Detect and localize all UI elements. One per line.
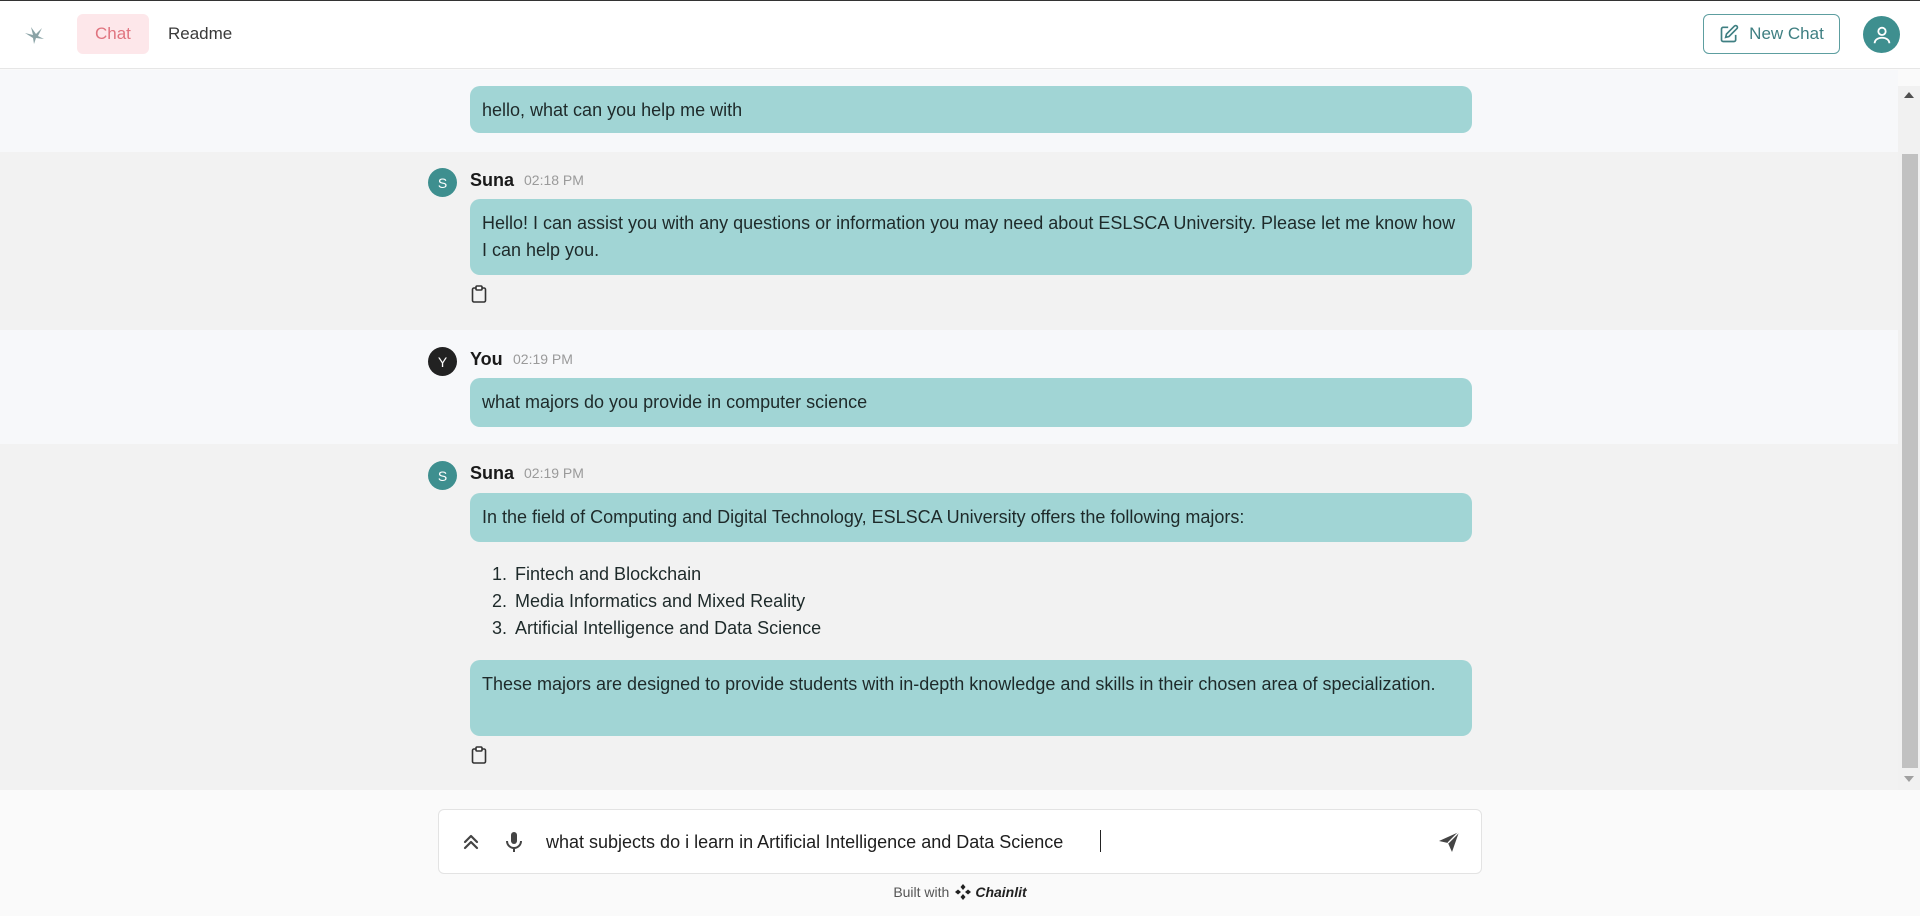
avatar: S [428, 461, 457, 490]
edit-icon [1720, 24, 1739, 43]
tab-readme[interactable]: Readme [150, 14, 250, 54]
clipboard-icon[interactable] [471, 746, 487, 764]
new-chat-label: New Chat [1749, 24, 1824, 43]
message-input[interactable] [546, 828, 1406, 856]
scrollbar-thumb[interactable] [1902, 154, 1918, 768]
message-author: Suna [470, 463, 515, 483]
message-bubble: In the field of Computing and Digital Te… [470, 493, 1472, 542]
list-item: 3. Artificial Intelligence and Data Scien… [492, 618, 822, 638]
list-item: 1. Fintech and Blockchain [492, 564, 702, 584]
footer: Built with Chainlit [0, 884, 1920, 900]
clipboard-icon[interactable] [471, 285, 487, 303]
message-bubble: These majors are designed to provide stu… [470, 660, 1472, 736]
chainlit-logo-icon [955, 884, 972, 900]
message-bubble: Hello! I can assist you with any questio… [470, 199, 1472, 275]
message-author: Suna [470, 170, 515, 190]
message-composer [438, 809, 1482, 874]
bird-logo-icon[interactable] [22, 23, 46, 47]
message-bubble: hello, what can you help me with [470, 86, 1472, 133]
double-chevron-up-icon[interactable] [459, 830, 483, 854]
message-timestamp: 02:18 PM [524, 172, 584, 188]
message-timestamp: 02:19 PM [513, 351, 573, 367]
user-menu-button[interactable] [1863, 16, 1900, 53]
avatar: Y [428, 347, 457, 376]
built-with-text: Built with [893, 884, 950, 900]
message-timestamp: 02:19 PM [524, 465, 584, 481]
chainlit-link[interactable]: Chainlit [955, 884, 1027, 900]
list-item: 2. Media Informatics and Mixed Reality [492, 591, 806, 611]
microphone-icon[interactable] [502, 830, 526, 854]
tab-chat[interactable]: Chat [77, 14, 149, 54]
scroll-down-arrow-icon[interactable] [1904, 776, 1914, 782]
majors-list: 1. Fintech and Blockchain 2. Media Informa… [492, 561, 821, 642]
chat-messages[interactable]: hello, what can you help me with S Suna … [0, 70, 1898, 790]
message-author: You [470, 349, 503, 369]
avatar: S [428, 168, 457, 197]
app-header: Chat Readme New Chat [0, 0, 1920, 69]
send-icon[interactable] [1437, 830, 1461, 854]
user-icon [1873, 26, 1890, 43]
text-caret [1100, 830, 1101, 852]
message-bubble: what majors do you provide in computer s… [470, 378, 1472, 427]
scroll-up-arrow-icon[interactable] [1904, 92, 1914, 98]
new-chat-button[interactable]: New Chat [1703, 14, 1840, 54]
